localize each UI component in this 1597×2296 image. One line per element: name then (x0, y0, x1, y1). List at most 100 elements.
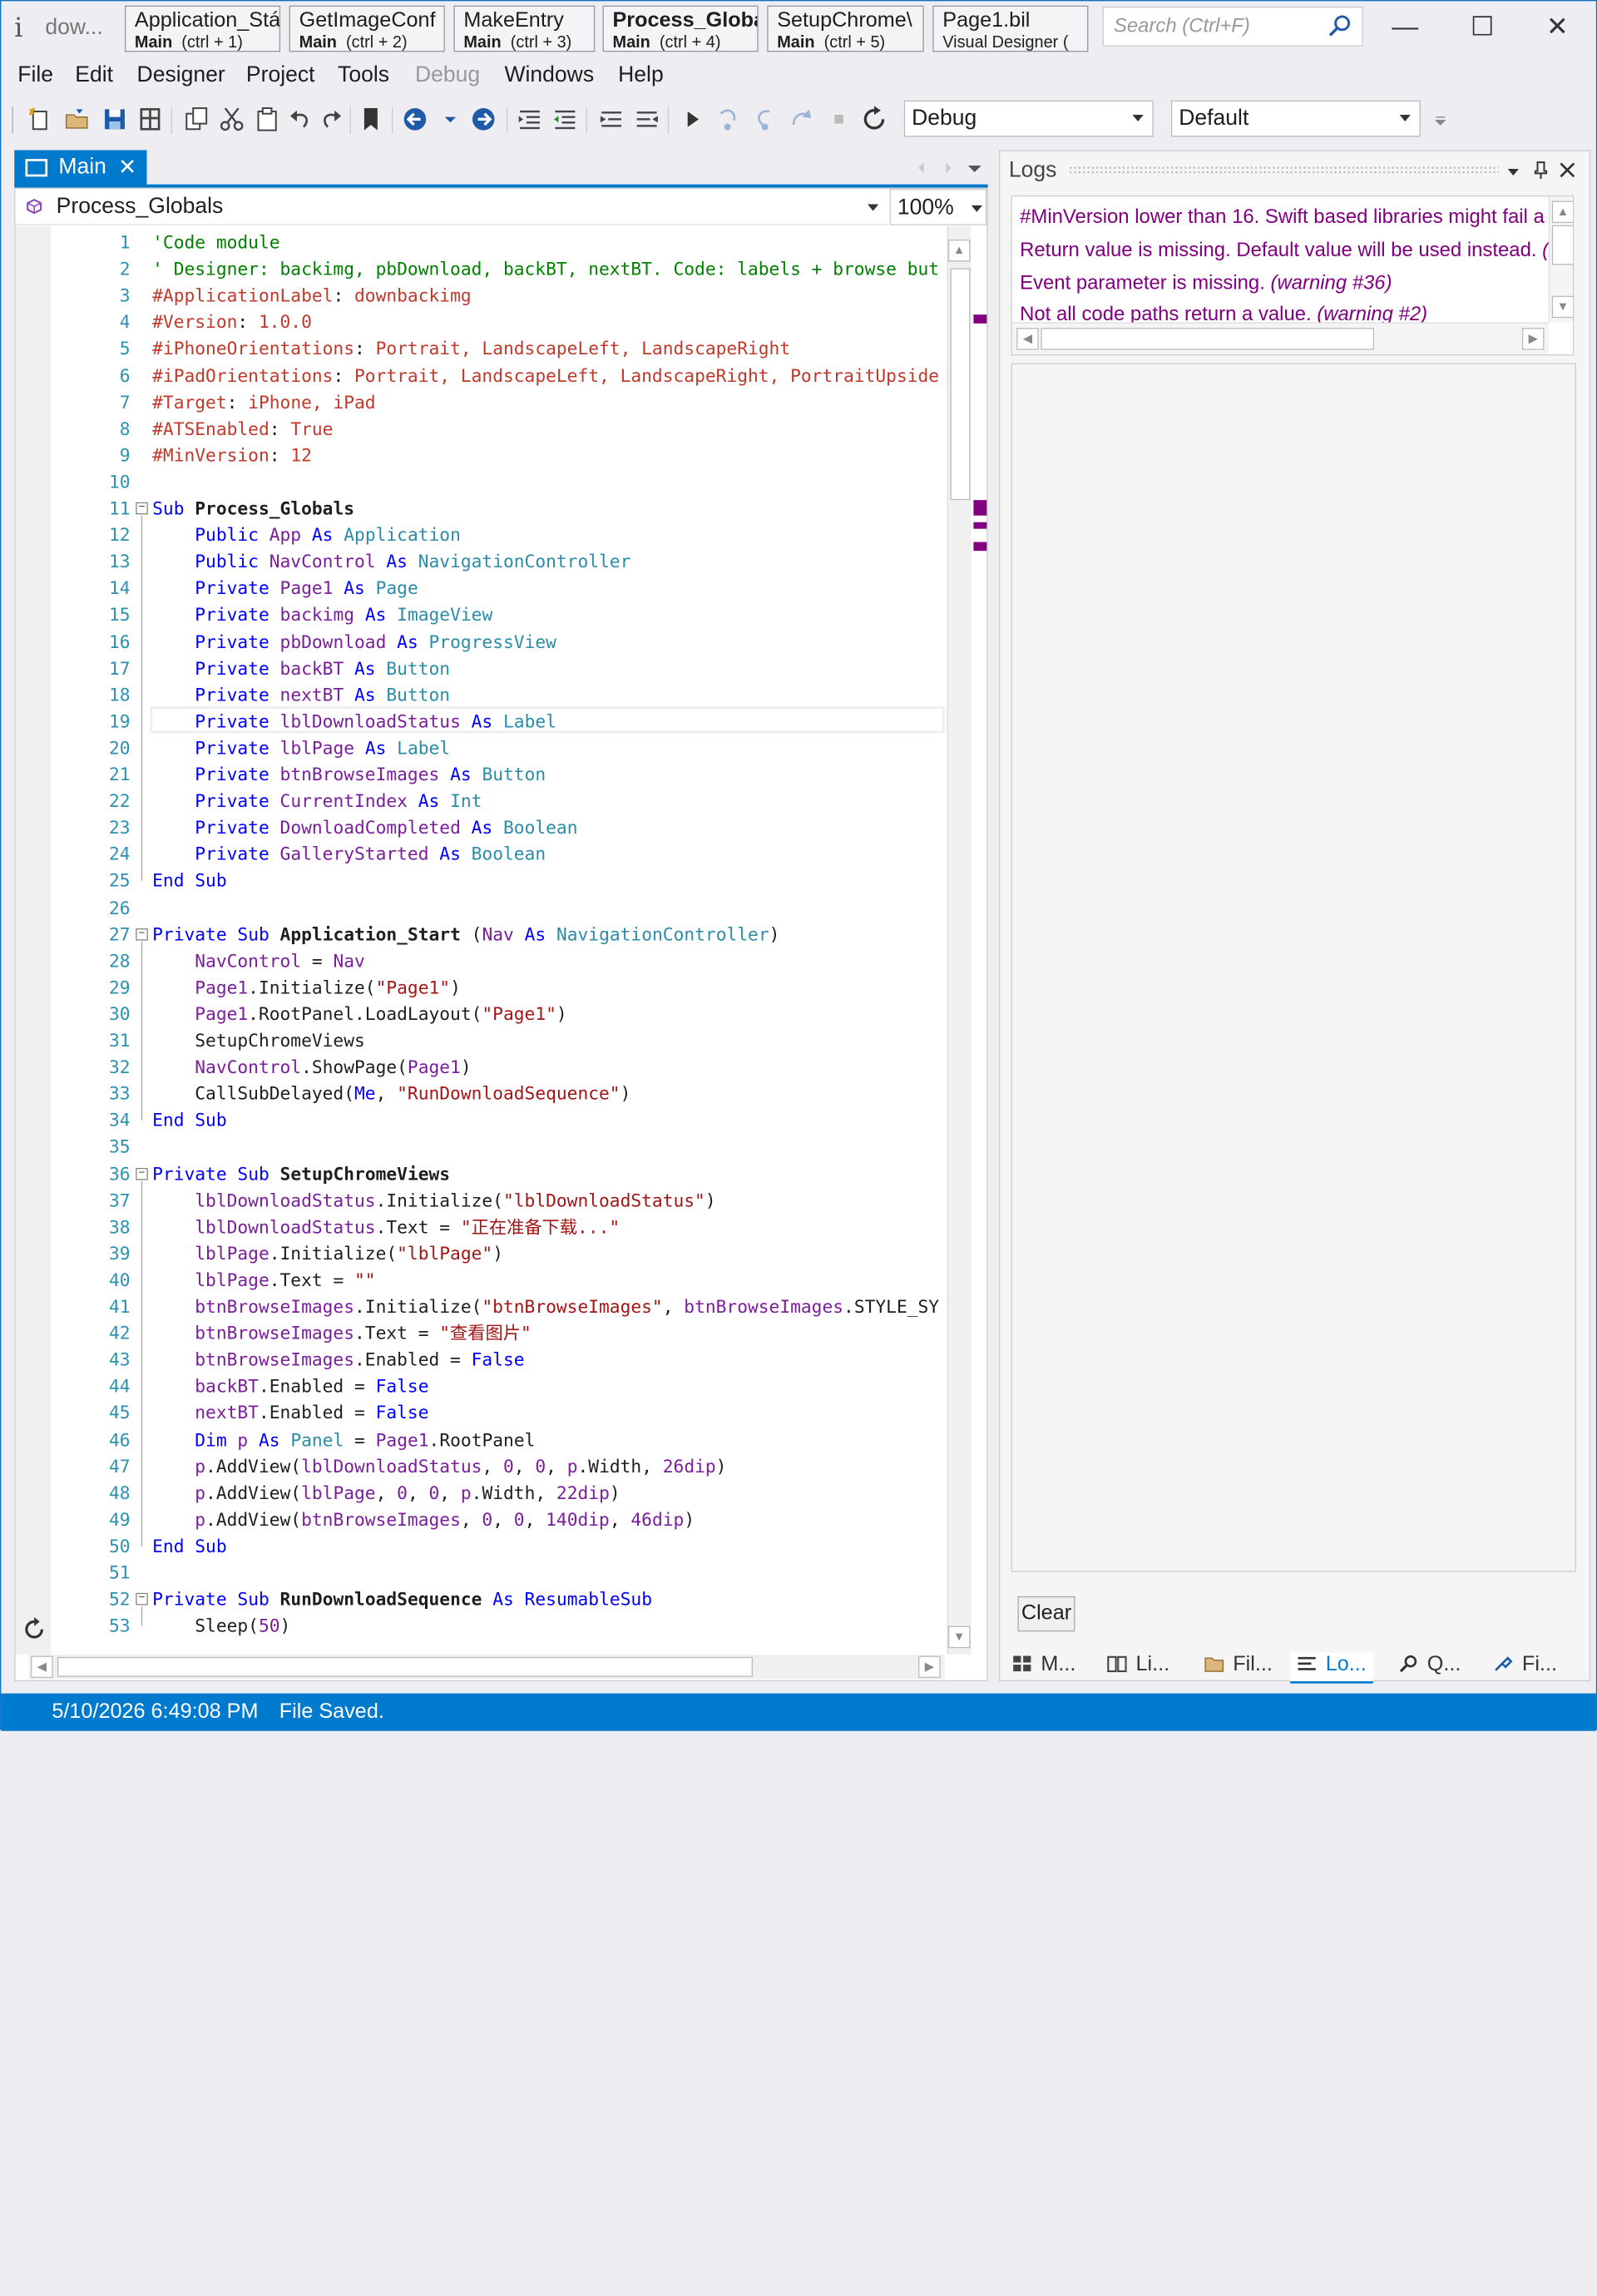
code-line[interactable]: Public App As Application (152, 522, 461, 549)
vertical-scroll-thumb[interactable] (950, 268, 971, 501)
collapse-toggle-icon[interactable]: − (136, 1167, 148, 1180)
code-line[interactable]: CallSubDelayed(Me, "RunDownloadSequence"… (152, 1081, 630, 1107)
build-configuration-select[interactable]: Debug (903, 100, 1154, 137)
code-line[interactable]: Private backBT As Button (152, 656, 450, 682)
code-line[interactable]: #ApplicationLabel: downbackimg (152, 283, 472, 309)
paste-icon[interactable] (253, 105, 282, 134)
new-file-icon[interactable] (26, 105, 55, 134)
horizontal-scrollbar[interactable]: ◀ ▶ (28, 1655, 945, 1680)
uncomment-block-icon[interactable] (632, 105, 661, 134)
scroll-up-arrow[interactable]: ▲ (947, 239, 971, 262)
code-line[interactable]: ' Designer: backimg, pbDownload, backBT,… (152, 256, 939, 283)
undo-icon[interactable] (286, 105, 315, 134)
code-line[interactable]: #Target: iPhone, iPad (152, 389, 375, 416)
code-line[interactable]: 'Code module (152, 230, 279, 256)
scroll-down-arrow[interactable]: ▼ (947, 1626, 971, 1649)
collapse-toggle-icon[interactable]: − (136, 1592, 148, 1606)
breakpoint-gutter[interactable] (15, 226, 52, 1655)
log-output-area[interactable] (1011, 363, 1576, 1572)
module-tab-page1-designer[interactable]: Page1.bil Visual Designer ( (932, 5, 1089, 52)
log-messages[interactable]: #MinVersion lower than 16. Swift based l… (1011, 195, 1575, 356)
outdent-icon[interactable] (551, 105, 580, 134)
code-line[interactable]: backBT.Enabled = False (152, 1373, 428, 1400)
minimize-button[interactable]: — (1383, 10, 1427, 47)
scroll-up-arrow[interactable]: ▲ (1551, 200, 1573, 224)
step-over-icon[interactable] (749, 105, 779, 134)
tab-main[interactable]: Main ✕ (14, 150, 147, 186)
code-line[interactable]: Sub Process_Globals (152, 496, 354, 522)
code-line[interactable]: Private GalleryStarted As Boolean (152, 842, 546, 868)
navigate-forward-icon[interactable] (469, 105, 498, 134)
code-line[interactable]: Private Sub SetupChromeViews (152, 1160, 450, 1187)
module-tab-makeentry[interactable]: MakeEntry Main (ctrl + 3) (453, 5, 596, 52)
cut-icon[interactable] (217, 105, 246, 134)
scroll-right-arrow[interactable]: ▶ (1521, 328, 1545, 350)
scroll-left-arrow[interactable]: ◀ (31, 1655, 53, 1679)
code-line[interactable]: Private CurrentIndex As Int (152, 789, 482, 815)
redo-icon[interactable] (317, 105, 346, 134)
code-area[interactable]: 1 'Code module 2 ' Designer: backimg, pbDow… (51, 226, 947, 1655)
code-line[interactable]: #iPadOrientations: Portrait, LandscapeLe… (152, 363, 939, 389)
code-line[interactable]: btnBrowseImages.Initialize("btnBrowseIma… (152, 1294, 939, 1320)
code-line[interactable]: btnBrowseImages.Enabled = False (152, 1347, 524, 1373)
menu-help[interactable]: Help (618, 63, 664, 89)
menu-project[interactable]: Project (246, 63, 315, 89)
code-line[interactable]: lblPage.Text = "" (152, 1267, 375, 1294)
code-line[interactable]: End Sub (152, 868, 227, 895)
code-line[interactable]: nextBT.Enabled = False (152, 1400, 428, 1427)
scroll-down-arrow[interactable]: ▼ (1551, 295, 1573, 319)
sub-selector[interactable]: Process_Globals (15, 188, 887, 225)
log-vscroll-thumb[interactable] (1551, 225, 1573, 265)
code-line[interactable]: Dim p As Panel = Page1.RootPanel (152, 1427, 535, 1453)
scroll-left-arrow[interactable]: ◀ (1016, 328, 1039, 350)
code-line[interactable]: p.AddView(lblDownloadStatus, 0, 0, p.Wid… (152, 1453, 726, 1480)
close-window-button[interactable]: ✕ (1535, 10, 1580, 47)
tab-scroll-icons[interactable] (915, 156, 992, 179)
code-line[interactable]: lblDownloadStatus.Initialize("lblDownloa… (152, 1187, 716, 1214)
log-message[interactable]: Return value is missing. Default value w… (1020, 239, 1549, 262)
code-line[interactable]: btnBrowseImages.Text = "查看图片" (152, 1320, 532, 1347)
code-line[interactable]: Page1.RootPanel.LoadLayout("Page1") (152, 1001, 566, 1027)
code-editor[interactable]: Process_Globals 100% 1 'Code module 2 ' Des… (14, 187, 988, 1682)
log-horizontal-scrollbar[interactable]: ◀ ▶ (1011, 322, 1549, 354)
code-line[interactable]: Private nextBT As Button (152, 682, 450, 709)
code-line[interactable]: End Sub (152, 1533, 227, 1560)
platform-select[interactable]: Default (1170, 100, 1421, 137)
module-tab-getimageconf[interactable]: GetImageConf Main (ctrl + 2) (289, 5, 445, 52)
save-icon[interactable] (101, 105, 130, 134)
menu-designer[interactable]: Designer (137, 63, 225, 89)
code-line[interactable]: Private pbDownload As ProgressView (152, 629, 556, 656)
close-tab-icon[interactable]: ✕ (118, 153, 136, 181)
copy-icon[interactable] (182, 105, 211, 134)
code-line[interactable]: End Sub (152, 1107, 227, 1134)
code-line[interactable]: lblPage.Initialize("lblPage") (152, 1240, 503, 1267)
menu-windows[interactable]: Windows (504, 63, 594, 89)
code-line[interactable]: Page1.Initialize("Page1") (152, 974, 461, 1001)
tab-libraries[interactable]: Li... (1107, 1653, 1169, 1684)
warning-marker[interactable] (973, 500, 987, 516)
code-line[interactable]: p.AddView(lblPage, 0, 0, p.Width, 22dip) (152, 1480, 620, 1507)
code-line[interactable]: Private Page1 As Page (152, 576, 418, 602)
navigate-dropdown-icon[interactable] (436, 105, 465, 134)
panel-options-icon[interactable] (1506, 165, 1521, 181)
code-line[interactable]: #ATSEnabled: True (152, 416, 333, 443)
code-line[interactable]: p.AddView(btnBrowseImages, 0, 0, 140dip,… (152, 1507, 695, 1533)
code-line[interactable]: #iPhoneOrientations: Portrait, Landscape… (152, 336, 790, 363)
log-message[interactable]: #MinVersion lower than 16. Swift based l… (1020, 205, 1545, 229)
restart-icon[interactable] (860, 105, 889, 134)
warning-marker[interactable] (973, 314, 987, 324)
log-vertical-scrollbar[interactable]: ▲ ▼ (1548, 196, 1573, 323)
run-icon[interactable] (679, 105, 708, 134)
menu-edit[interactable]: Edit (75, 63, 113, 89)
warning-marker[interactable] (973, 522, 987, 529)
tab-quick-search[interactable]: Q... (1398, 1653, 1461, 1684)
bookmark-icon[interactable] (357, 105, 386, 134)
code-line[interactable]: #Version: 1.0.0 (152, 309, 312, 336)
code-line[interactable]: Private lblDownloadStatus As Label (152, 709, 556, 735)
code-line[interactable]: #MinVersion: 12 (152, 443, 312, 469)
code-line[interactable]: Private lblPage As Label (152, 735, 450, 762)
menu-tools[interactable]: Tools (338, 63, 389, 89)
stop-icon[interactable] (824, 105, 853, 134)
indent-icon[interactable] (516, 105, 545, 134)
warning-marker[interactable] (973, 542, 987, 552)
